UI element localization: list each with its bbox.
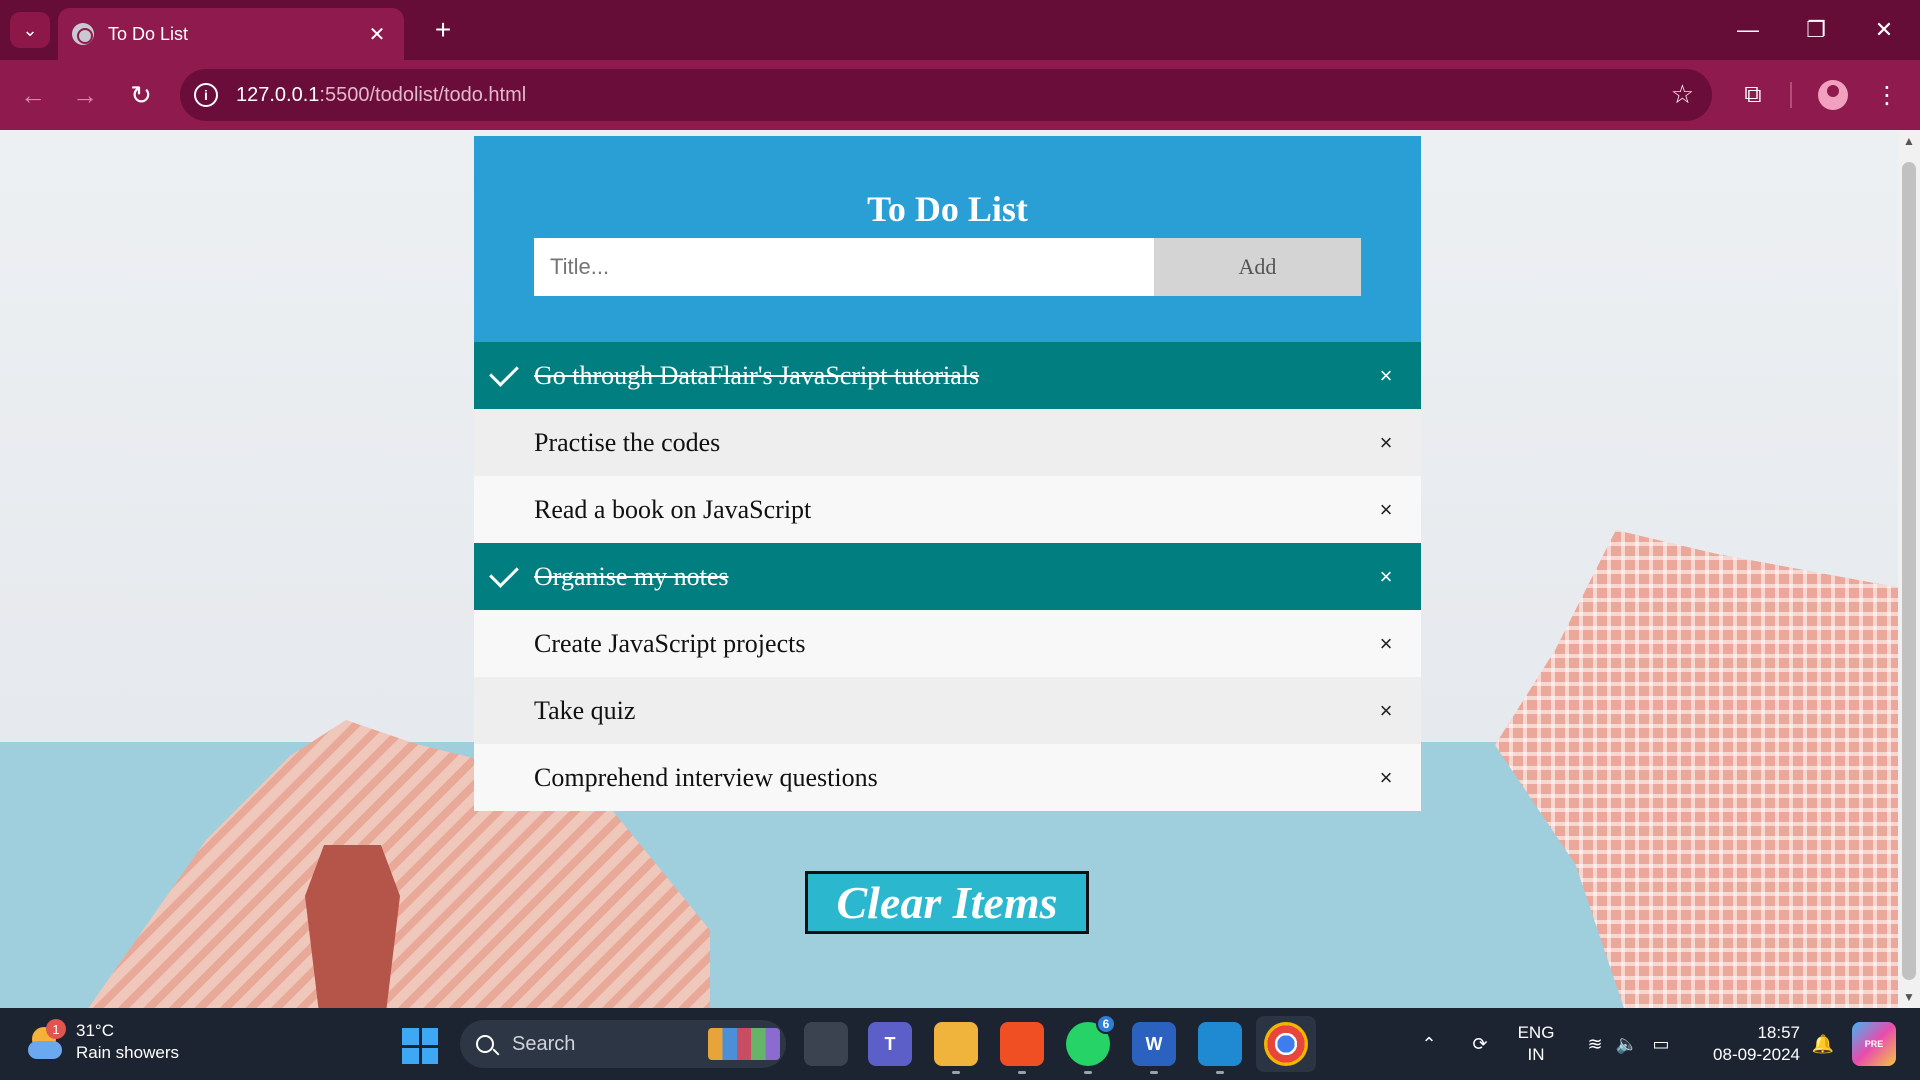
checkmark-icon [489, 558, 519, 588]
forward-icon[interactable]: → [64, 74, 106, 116]
scrollbar-thumb[interactable] [1902, 162, 1916, 980]
list-item[interactable]: Read a book on JavaScript × [474, 476, 1421, 543]
toolbar-divider [1790, 82, 1792, 108]
sync-icon[interactable]: ⟳ [1462, 1008, 1498, 1080]
restore-icon[interactable]: ❐ [1782, 0, 1850, 60]
list-item-text: Create JavaScript projects [534, 628, 806, 658]
show-hidden-icons[interactable]: ⌃ [1414, 1008, 1444, 1080]
remove-icon[interactable]: × [1371, 428, 1401, 458]
checkmark-icon [489, 357, 519, 387]
new-tab-button[interactable]: + [425, 12, 461, 48]
page-scrollbar[interactable]: ▲ ▼ [1898, 130, 1920, 1008]
list-item-text: Comprehend interview questions [534, 762, 878, 792]
address-bar[interactable]: i 127.0.0.1:5500/todolist/todo.html ☆ [180, 69, 1712, 121]
title-input[interactable] [534, 238, 1154, 296]
battery-icon[interactable]: ▭ [1646, 1008, 1676, 1080]
star-icon[interactable]: ☆ [1671, 79, 1694, 110]
origami-tie [305, 845, 400, 1008]
remove-icon[interactable]: × [1371, 495, 1401, 525]
tab-strip: ⌄ To Do List ✕ + — ❐ ✕ [0, 0, 1920, 60]
whatsapp-icon[interactable]: 6 [1066, 1014, 1116, 1074]
list-item[interactable]: Comprehend interview questions × [474, 744, 1421, 811]
list-item[interactable]: Go through DataFlair's JavaScript tutori… [474, 342, 1421, 409]
globe-icon [72, 23, 94, 45]
taskbar-search[interactable]: Search [460, 1020, 786, 1068]
url-text[interactable]: 127.0.0.1:5500/todolist/todo.html [236, 84, 526, 107]
weather-widget[interactable]: 1 31°C Rain showers [26, 1019, 179, 1064]
clock-time: 18:57 [1757, 1023, 1800, 1042]
list-item-text: Take quiz [534, 695, 636, 725]
list-item-text: Practise the codes [534, 427, 721, 457]
search-label: Search [512, 1032, 576, 1055]
windows-start-icon[interactable] [402, 1028, 438, 1064]
minimize-icon[interactable]: — [1714, 0, 1782, 60]
volume-icon[interactable]: 🔈 [1612, 1008, 1642, 1080]
url-path: :5500/todolist/todo.html [319, 83, 527, 106]
tab-title: To Do List [108, 23, 189, 44]
browser-toolbar: ← → ↻ i 127.0.0.1:5500/todolist/todo.htm… [0, 60, 1920, 130]
weather-icon: 1 [26, 1019, 66, 1061]
list-item[interactable]: Create JavaScript projects × [474, 610, 1421, 677]
list-item[interactable]: Take quiz × [474, 677, 1421, 744]
task-view-icon[interactable] [804, 1022, 848, 1066]
whatsapp-badge: 6 [1096, 1014, 1116, 1034]
remove-icon[interactable]: × [1371, 562, 1401, 592]
weather-badge: 1 [46, 1019, 66, 1039]
remove-icon[interactable]: × [1371, 763, 1401, 793]
file-explorer-icon[interactable] [934, 1022, 978, 1074]
list-item-text: Read a book on JavaScript [534, 494, 812, 524]
tab-search-icon[interactable]: ⌄ [10, 12, 50, 48]
add-button[interactable]: Add [1154, 238, 1361, 296]
lang-top: ENG [1517, 1023, 1555, 1042]
copilot-icon[interactable]: PRE [1852, 1022, 1896, 1066]
clear-items-button[interactable]: Clear Items [805, 871, 1089, 934]
todo-app: To Do List Add Go through DataFlair's Ja… [474, 136, 1421, 811]
extensions-icon[interactable]: ⧉ [1732, 74, 1774, 116]
teams-icon[interactable]: T [868, 1022, 912, 1066]
list-item[interactable]: Organise my notes × [474, 543, 1421, 610]
remove-icon[interactable]: × [1371, 696, 1401, 726]
word-icon[interactable]: W [1132, 1022, 1176, 1074]
clock[interactable]: 18:57 08-09-2024 [1690, 1022, 1800, 1066]
weather-temp: 31°C [76, 1021, 114, 1040]
word-label: W [1145, 1033, 1163, 1054]
page-title: To Do List [867, 189, 1028, 229]
list-item-text: Organise my notes [534, 561, 729, 591]
search-icon [476, 1035, 494, 1053]
search-highlight-icon [708, 1028, 780, 1060]
back-icon[interactable]: ← [12, 74, 54, 116]
info-icon[interactable]: i [194, 83, 218, 107]
todo-header: To Do List Add [474, 136, 1421, 342]
vscode-icon[interactable] [1198, 1022, 1242, 1074]
weather-desc: Rain showers [76, 1043, 179, 1062]
notification-bell-icon[interactable]: 🔔 [1808, 1008, 1838, 1080]
lang-bottom: IN [1527, 1045, 1545, 1064]
list-item[interactable]: Practise the codes × [474, 409, 1421, 476]
brave-icon[interactable] [1000, 1022, 1044, 1074]
list-item-text: Go through DataFlair's JavaScript tutori… [534, 360, 980, 390]
todo-list: Go through DataFlair's JavaScript tutori… [474, 342, 1421, 811]
menu-icon[interactable]: ⋮ [1866, 74, 1908, 116]
copilot-label: PRE [1864, 1039, 1884, 1049]
tab-close-icon[interactable]: ✕ [364, 22, 390, 47]
clock-date: 08-09-2024 [1713, 1045, 1800, 1064]
wifi-icon[interactable]: ≋ [1580, 1008, 1610, 1080]
taskbar: 1 31°C Rain showers Search T 6 W ⌃ ⟳ ENG… [0, 1008, 1920, 1080]
scroll-up-icon[interactable]: ▲ [1898, 130, 1920, 152]
teams-label: T [884, 1033, 896, 1054]
remove-icon[interactable]: × [1371, 361, 1401, 391]
chrome-icon[interactable] [1264, 1022, 1308, 1066]
scroll-down-icon[interactable]: ▼ [1898, 986, 1920, 1008]
language-indicator[interactable]: ENG IN [1512, 1022, 1560, 1066]
window-close-icon[interactable]: ✕ [1850, 0, 1918, 60]
tab-todo-list[interactable]: To Do List ✕ [58, 8, 404, 60]
url-host: 127.0.0.1 [236, 83, 320, 106]
profile-icon[interactable] [1818, 80, 1848, 110]
reload-icon[interactable]: ↻ [120, 74, 162, 116]
remove-icon[interactable]: × [1371, 629, 1401, 659]
page-viewport: To Do List Add Go through DataFlair's Ja… [0, 130, 1898, 1008]
